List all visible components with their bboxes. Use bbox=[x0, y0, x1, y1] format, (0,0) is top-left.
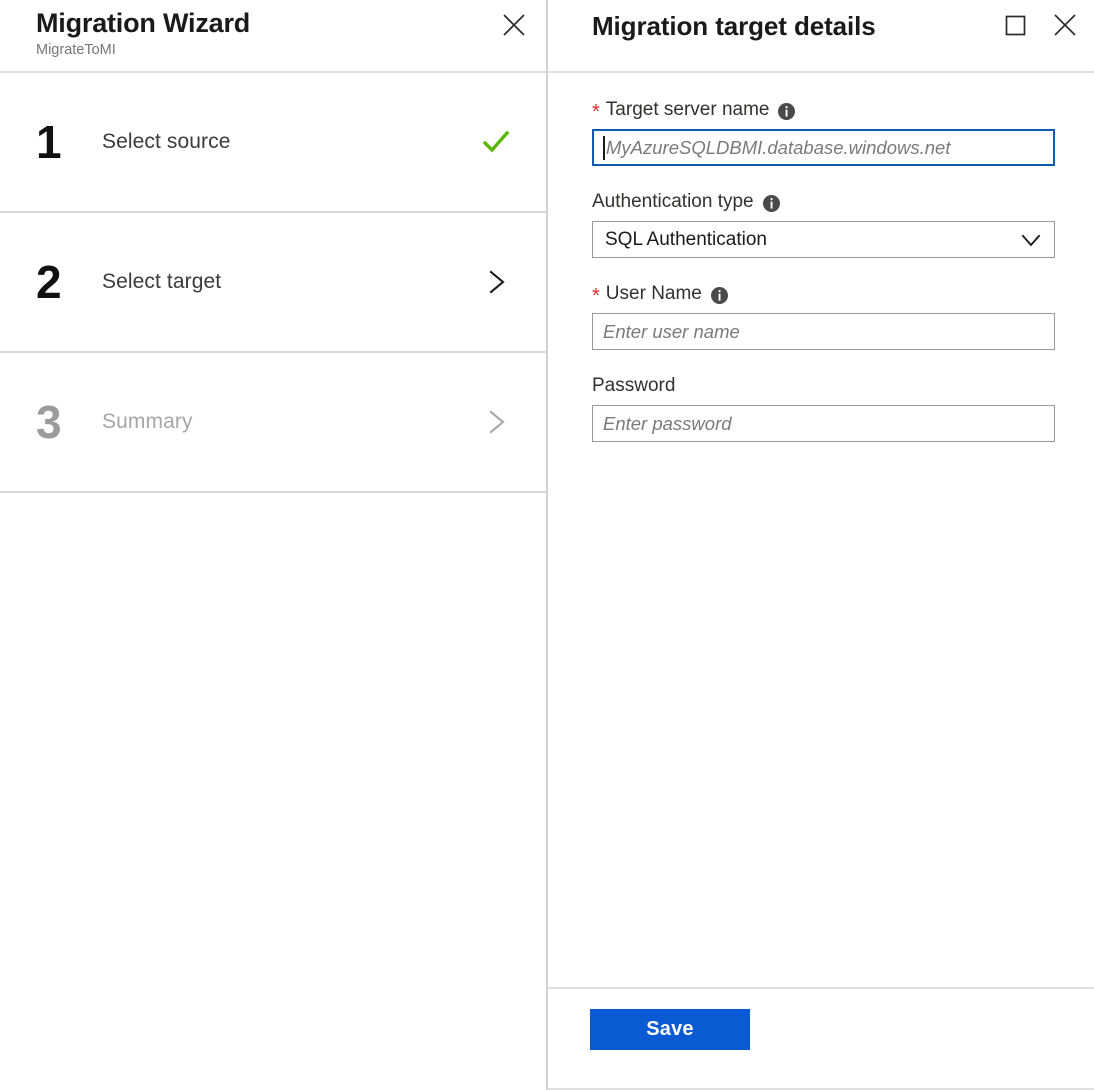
authentication-type-label: Authentication type bbox=[592, 189, 1053, 215]
selected-value: SQL Authentication bbox=[605, 228, 767, 250]
wizard-header: Migration Wizard MigrateToMI bbox=[0, 0, 546, 73]
chevron-right-icon bbox=[489, 270, 505, 294]
required-marker: * bbox=[592, 285, 600, 307]
password-input[interactable]: Enter password bbox=[592, 405, 1055, 442]
details-close-button[interactable] bbox=[1048, 8, 1082, 42]
wizard-step-select-source[interactable]: 1 Select source bbox=[0, 73, 546, 213]
step-status-chevron bbox=[476, 262, 516, 302]
save-button[interactable]: Save bbox=[590, 1009, 750, 1050]
wizard-steps-empty-area bbox=[0, 493, 546, 1090]
page-subtitle: MigrateToMI bbox=[36, 42, 116, 58]
field-target-server-name: * Target server name MyAzureSQLDBMI.data… bbox=[592, 97, 1055, 166]
step-label: Select target bbox=[102, 270, 222, 293]
page-title: Migration Wizard bbox=[36, 8, 251, 38]
details-header: Migration target details bbox=[548, 0, 1094, 73]
migration-target-details-panel: Migration target details * Target server… bbox=[548, 0, 1094, 1090]
wizard-panel: Migration Wizard MigrateToMI 1 Select so… bbox=[0, 0, 548, 1090]
close-icon bbox=[503, 14, 525, 36]
details-header-actions bbox=[998, 8, 1082, 42]
migration-wizard-window: Migration Wizard MigrateToMI 1 Select so… bbox=[0, 0, 1094, 1090]
close-icon bbox=[1054, 14, 1076, 36]
step-label: Summary bbox=[102, 410, 193, 433]
step-number: 2 bbox=[36, 256, 62, 308]
step-status-chevron bbox=[476, 402, 516, 442]
wizard-steps: 1 Select source 2 Select target 3 Summar… bbox=[0, 73, 546, 1090]
step-status-complete bbox=[476, 122, 516, 162]
user-name-label: * User Name bbox=[592, 281, 1053, 307]
checkmark-icon bbox=[482, 130, 510, 153]
details-form: * Target server name MyAzureSQLDBMI.data… bbox=[548, 73, 1094, 987]
user-name-input[interactable]: Enter user name bbox=[592, 313, 1055, 350]
wizard-step-select-target[interactable]: 2 Select target bbox=[0, 213, 546, 353]
password-label: Password bbox=[592, 373, 1053, 399]
text-caret bbox=[603, 135, 605, 160]
maximize-button[interactable] bbox=[998, 8, 1032, 42]
step-number: 1 bbox=[36, 116, 62, 168]
step-label: Select source bbox=[102, 130, 231, 153]
info-icon[interactable] bbox=[778, 102, 796, 120]
wizard-step-summary[interactable]: 3 Summary bbox=[0, 353, 546, 493]
input-placeholder: MyAzureSQLDBMI.database.windows.net bbox=[606, 136, 951, 158]
field-user-name: * User Name Enter user name bbox=[592, 281, 1055, 350]
input-placeholder: Enter user name bbox=[603, 320, 740, 342]
info-icon[interactable] bbox=[710, 286, 728, 304]
input-placeholder: Enter password bbox=[603, 412, 732, 434]
label-text: Password bbox=[592, 375, 676, 396]
field-password: Password Enter password bbox=[592, 373, 1055, 442]
label-text: User Name bbox=[605, 283, 702, 304]
wizard-close-button[interactable] bbox=[497, 8, 531, 42]
info-icon[interactable] bbox=[762, 194, 780, 212]
required-marker: * bbox=[592, 101, 600, 123]
chevron-down-icon bbox=[1020, 229, 1042, 251]
authentication-type-select[interactable]: SQL Authentication bbox=[592, 221, 1055, 258]
chevron-right-icon bbox=[489, 410, 505, 434]
target-server-name-input[interactable]: MyAzureSQLDBMI.database.windows.net bbox=[592, 129, 1055, 166]
step-number: 3 bbox=[36, 396, 62, 448]
field-authentication-type: Authentication type SQL Authentication bbox=[592, 189, 1055, 258]
label-text: Authentication type bbox=[592, 191, 754, 212]
target-server-name-label: * Target server name bbox=[592, 97, 1053, 123]
details-footer: Save bbox=[548, 987, 1094, 1090]
label-text: Target server name bbox=[605, 99, 770, 120]
maximize-icon bbox=[1005, 15, 1025, 35]
